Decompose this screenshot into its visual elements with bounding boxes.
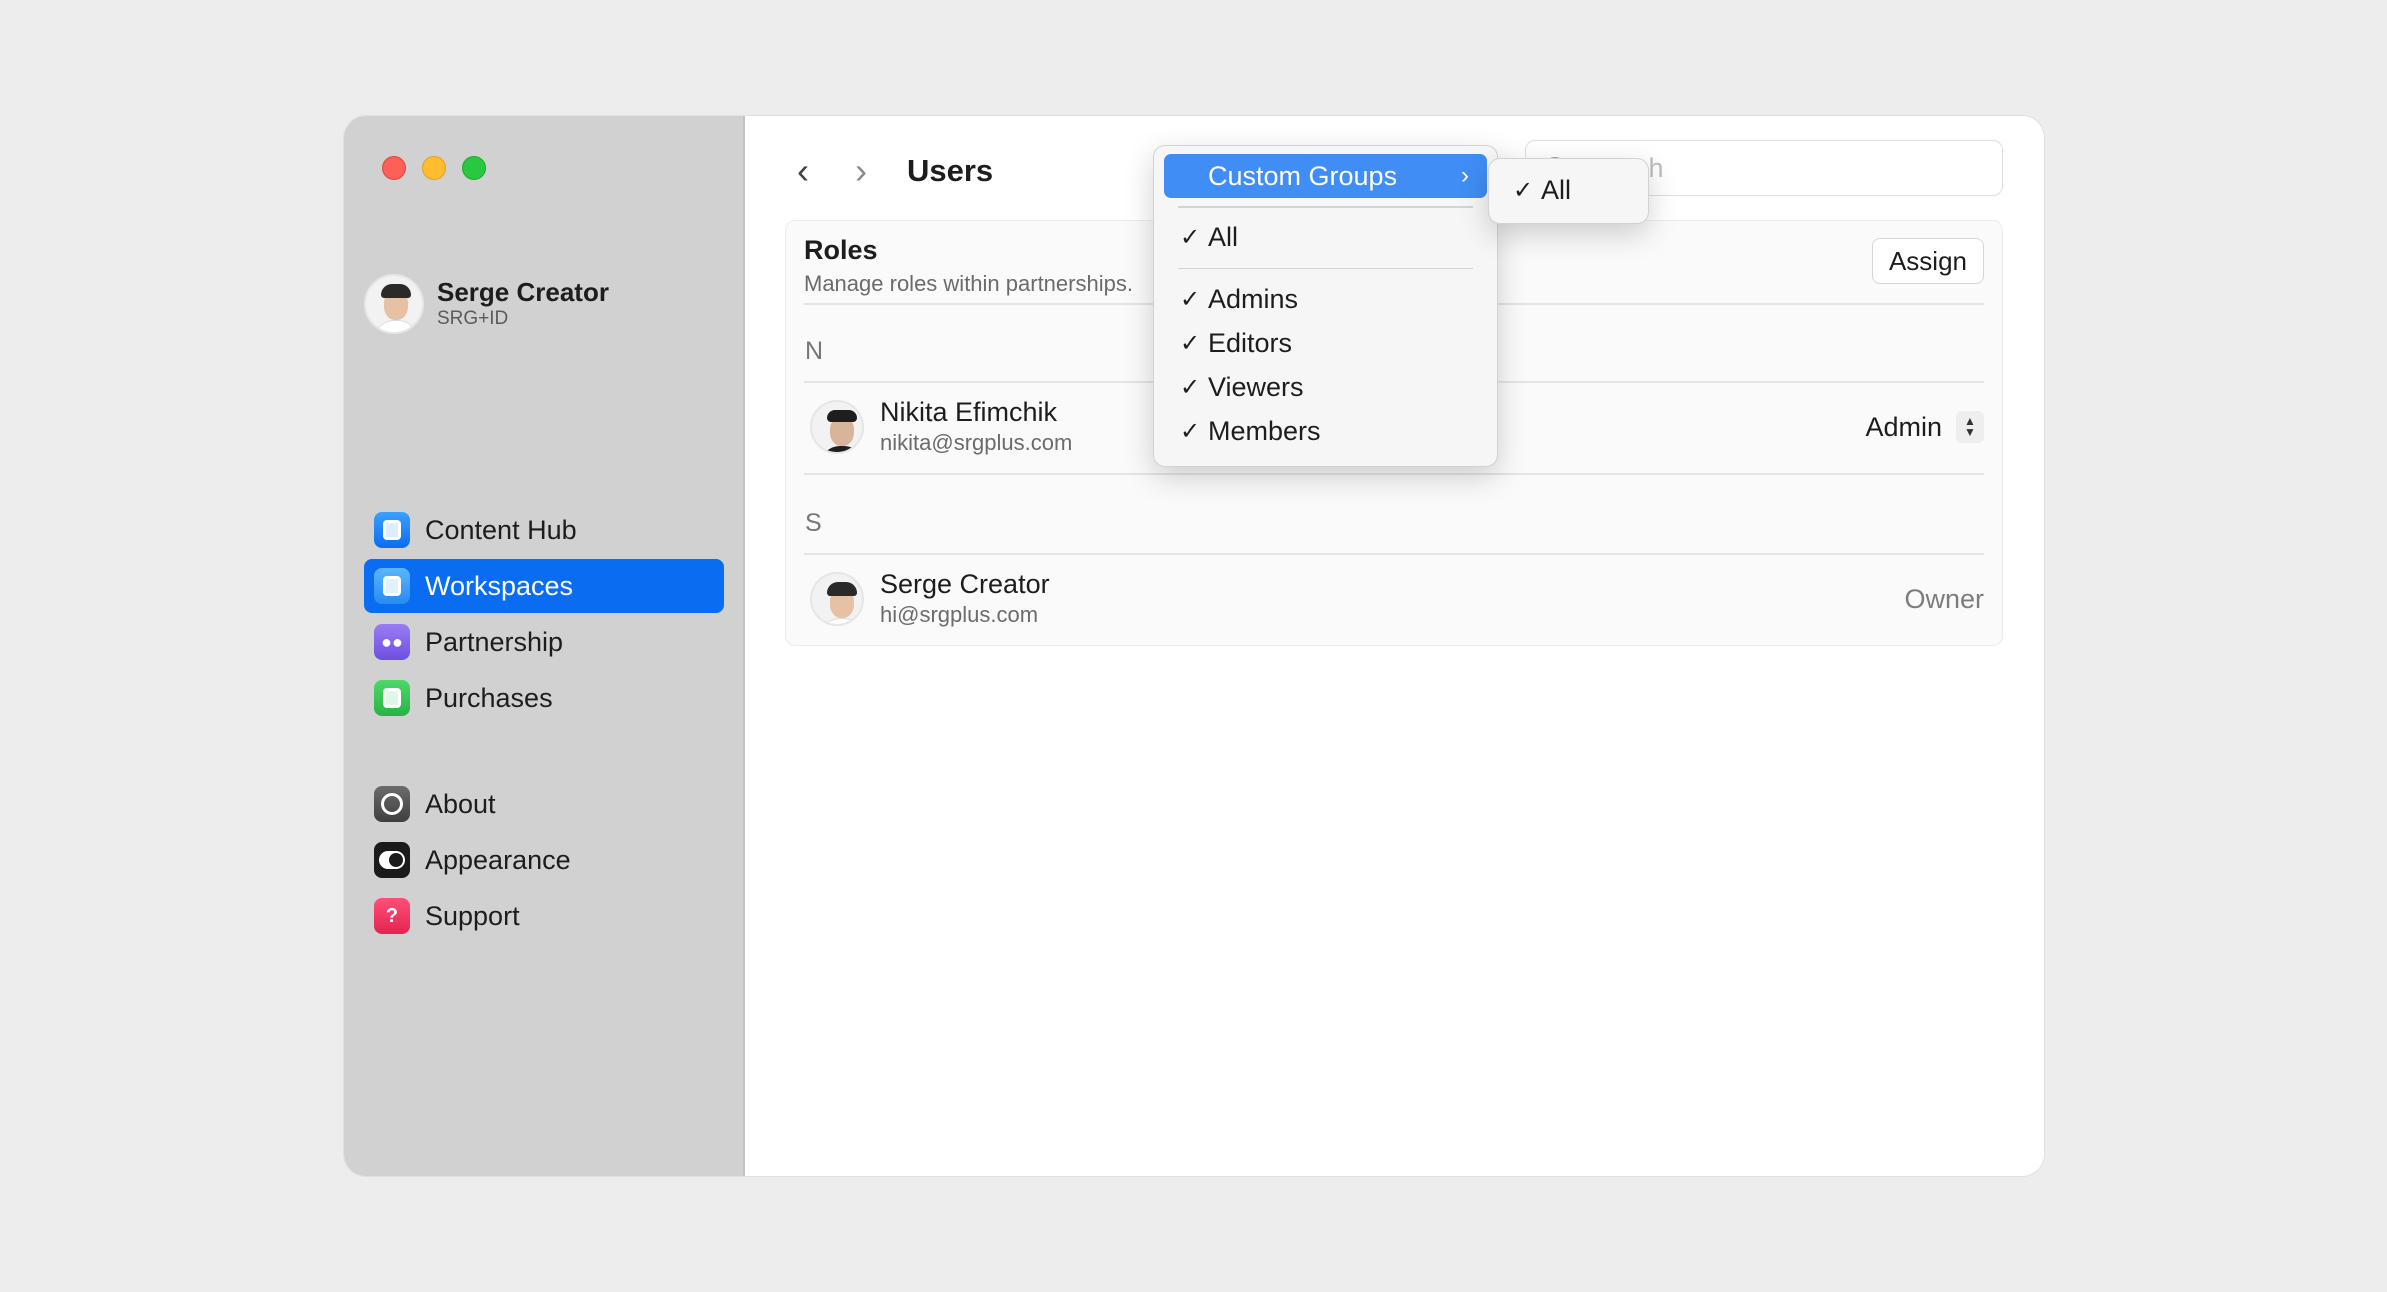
avatar <box>810 400 864 454</box>
avatar <box>364 274 424 334</box>
checkmark-icon: ✓ <box>1180 285 1201 313</box>
sidebar-secondary-nav: About Appearance ? Support <box>364 777 724 945</box>
sidebar-item-label: Partnership <box>425 626 564 657</box>
stepper-chevron-icon[interactable]: ▲ ▼ <box>1956 411 1984 443</box>
sidebar-item-workspaces[interactable]: Workspaces <box>364 559 724 613</box>
profile-name: Serge Creator <box>437 277 609 307</box>
section-header-s: S <box>805 509 822 537</box>
workspaces-icon <box>374 568 410 604</box>
minimize-window-button[interactable] <box>422 156 446 180</box>
sidebar-item-label: Purchases <box>425 682 553 713</box>
purchases-icon <box>374 680 410 716</box>
menu-item-label: Editors <box>1208 327 1293 358</box>
sidebar: Serge Creator SRG+ID Content Hub Workspa… <box>344 116 745 1176</box>
filter-menu: Custom Groups › ✓ All ✓ Admins ✓ Editors… <box>1153 145 1498 467</box>
sidebar-nav: Content Hub Workspaces ●● Partnership Pu… <box>364 503 724 727</box>
sidebar-item-content-hub[interactable]: Content Hub <box>364 503 724 557</box>
sidebar-item-label: Workspaces <box>425 570 574 601</box>
role-value: Admin <box>1865 411 1942 442</box>
checkmark-icon: ✓ <box>1513 176 1534 204</box>
toolbar: ‹ › Users <box>781 146 993 196</box>
menu-item-label: Admins <box>1208 283 1299 314</box>
sidebar-item-about[interactable]: About <box>364 777 724 831</box>
roles-title: Roles <box>804 235 878 265</box>
user-email: hi@srgplus.com <box>880 602 1039 627</box>
custom-groups-submenu: ✓ All <box>1488 158 1649 224</box>
sidebar-item-label: Appearance <box>425 844 571 875</box>
window-controls <box>382 156 486 180</box>
menu-item-label: Viewers <box>1208 371 1304 402</box>
about-gear-icon <box>374 786 410 822</box>
appearance-toggle-icon <box>374 842 410 878</box>
avatar <box>810 572 864 626</box>
menu-item-label: Custom Groups <box>1208 160 1398 191</box>
role-select[interactable]: Admin ▲ ▼ <box>1865 411 1984 443</box>
sidebar-item-support[interactable]: ? Support <box>364 889 724 943</box>
menu-item-label: All <box>1208 222 1239 252</box>
divider <box>804 473 1984 475</box>
menu-item-label: All <box>1541 174 1572 205</box>
role-value: Owner <box>1904 583 1984 614</box>
menu-separator <box>1178 267 1473 269</box>
menu-item-members[interactable]: ✓ Members <box>1164 409 1487 453</box>
sidebar-item-appearance[interactable]: Appearance <box>364 833 724 887</box>
table-row[interactable]: Serge Creator hi@srgplus.com Owner <box>810 555 1984 643</box>
close-window-button[interactable] <box>382 156 406 180</box>
submenu-item-all[interactable]: ✓ All <box>1499 168 1638 212</box>
content-hub-icon <box>374 512 410 548</box>
menu-item-admins[interactable]: ✓ Admins <box>1164 277 1487 321</box>
checkmark-icon: ✓ <box>1180 417 1201 445</box>
chevron-right-icon: › <box>1461 162 1469 189</box>
section-header-n: N <box>805 337 824 365</box>
menu-item-editors[interactable]: ✓ Editors <box>1164 321 1487 365</box>
menu-item-viewers[interactable]: ✓ Viewers <box>1164 365 1487 409</box>
checkmark-icon: ✓ <box>1180 329 1201 357</box>
sidebar-item-label: Support <box>425 900 520 931</box>
forward-chevron-icon[interactable]: › <box>839 146 883 196</box>
sidebar-item-label: About <box>425 788 496 819</box>
partnership-icon: ●● <box>374 624 410 660</box>
assign-button[interactable]: Assign <box>1871 238 1984 284</box>
user-name: Serge Creator <box>880 569 1050 599</box>
zoom-window-button[interactable] <box>462 156 486 180</box>
sidebar-item-purchases[interactable]: Purchases <box>364 671 724 725</box>
checkmark-icon: ✓ <box>1180 224 1201 251</box>
sidebar-item-partnership[interactable]: ●● Partnership <box>364 615 724 669</box>
profile-subtitle: SRG+ID <box>437 308 509 329</box>
checkmark-icon: ✓ <box>1180 373 1201 401</box>
back-chevron-icon[interactable]: ‹ <box>781 146 825 196</box>
sidebar-item-label: Content Hub <box>425 514 577 545</box>
roles-description: Manage roles within partnerships. <box>804 271 1133 296</box>
menu-item-custom-groups[interactable]: Custom Groups › <box>1164 154 1487 198</box>
page-title: Users <box>907 153 994 188</box>
menu-separator <box>1178 206 1473 208</box>
support-question-icon: ? <box>374 898 410 934</box>
profile-card[interactable]: Serge Creator SRG+ID <box>364 274 609 334</box>
menu-item-all[interactable]: ✓ All <box>1164 216 1487 260</box>
menu-item-label: Members <box>1208 415 1321 446</box>
